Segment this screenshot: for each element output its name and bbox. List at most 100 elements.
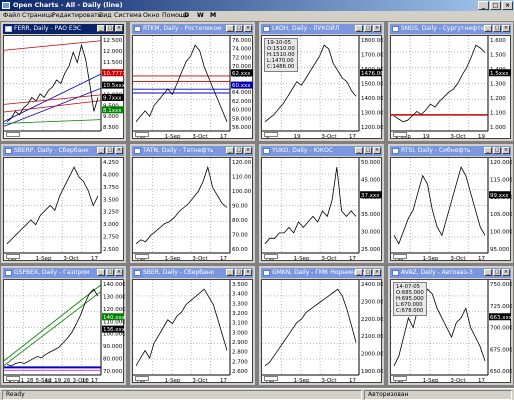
chart-window-rtsi[interactable]: RTSI, Daily - Сибнефть _ □ × 120.000 115.000 1…	[387, 143, 514, 264]
chart-plot-area[interactable]: 76.00074.00072.00070.00068.00066.00064.0…	[132, 35, 253, 140]
chart-maximize-button[interactable]: □	[493, 269, 501, 276]
chart-svg: 50.00045.00040.00035.00030.00025.00037.x…	[262, 158, 382, 262]
y-tick-label: 3.100	[232, 321, 248, 327]
y-tick-label: 12.500	[103, 38, 123, 44]
chart-scroll-handle[interactable]	[264, 254, 278, 259]
chart-minimize-button[interactable]: _	[484, 269, 492, 276]
chart-window-sngs[interactable]: SNGS, Daily - Сургутнефтегаз _ □ × 1.600 1.50…	[387, 21, 514, 142]
x-tick-label: 17	[220, 256, 227, 262]
chart-minimize-button[interactable]: _	[97, 147, 105, 154]
chart-scroll-handle[interactable]	[264, 132, 278, 137]
close-button[interactable]: ×	[502, 1, 513, 10]
chart-plot-area[interactable]: 12.50012.00011.50011.00010.50010.0009.50…	[3, 35, 125, 139]
chart-close-button[interactable]: ×	[244, 147, 252, 154]
chart-plot-area[interactable]: 120.00 110.00 100.00 90.00 80.00 70.00 60.00 Ав…	[132, 157, 253, 262]
chart-window-gmkn[interactable]: GMKN, Daily - ГМК Норникель _ □ × 2400.00 230…	[258, 265, 385, 386]
chart-plot-area[interactable]: 1800.001700.001600.001500.001400.001300.…	[261, 35, 383, 140]
chart-close-button[interactable]: ×	[244, 25, 252, 32]
period-m-button[interactable]: M	[210, 11, 216, 21]
chart-window-avaz[interactable]: AVAZ, Daily - Автоваз-3 _ □ × 750.000 725.000…	[387, 265, 514, 386]
chart-maximize-button[interactable]: □	[364, 269, 372, 276]
chart-scroll-handle[interactable]	[135, 132, 149, 137]
chart-close-button[interactable]: ×	[373, 269, 381, 276]
chart-title-bar[interactable]: LKOH, Daily - ЛУКОЙЛ _ □ ×	[261, 24, 382, 34]
minimize-button[interactable]: _	[478, 1, 489, 10]
chart-plot-area[interactable]: 3.500 3.400 3.300 3.200 3.100 3.000 2.900 2.800…	[132, 279, 253, 384]
chart-title-bar[interactable]: AVAZ, Daily - Автоваз-3 _ □ ×	[390, 268, 511, 278]
chart-close-button[interactable]: ×	[373, 147, 381, 154]
menu-file[interactable]: Файл	[3, 11, 20, 21]
chart-plot-area[interactable]: 2400.00 2300.00 2200.00 2100.00 2000.00 1900.…	[261, 279, 383, 384]
chart-window-gspbex[interactable]: GSPBEX, Daily - Газпром _ □ × 140.000 130.000…	[0, 265, 127, 386]
chart-scroll-handle[interactable]	[264, 376, 278, 381]
chart-title-bar[interactable]: SNGS, Daily - Сургутнефтегаз _ □ ×	[390, 24, 511, 34]
menu-system[interactable]: Система	[114, 11, 142, 21]
chart-minimize-button[interactable]: _	[226, 147, 234, 154]
period-w-button[interactable]: W	[197, 11, 204, 21]
chart-plot-area[interactable]: 120.000115.000110.000105.000100.00095.00…	[390, 157, 512, 262]
menu-edit[interactable]: Редактировать	[52, 11, 101, 21]
chart-maximize-button[interactable]: □	[364, 25, 372, 32]
chart-close-button[interactable]: ×	[373, 25, 381, 32]
chart-maximize-button[interactable]: □	[235, 25, 243, 32]
chart-minimize-button[interactable]: _	[484, 147, 492, 154]
chart-plot-area[interactable]: 4.250 4.000 3.750 3.500 3.250 3.000 2.750 2.500…	[3, 157, 124, 262]
chart-maximize-button[interactable]: □	[364, 147, 372, 154]
chart-maximize-button[interactable]: □	[235, 269, 243, 276]
chart-title-bar[interactable]: GMKN, Daily - ГМК Норникель _ □ ×	[261, 268, 382, 278]
chart-scroll-handle[interactable]	[6, 254, 20, 259]
chart-minimize-button[interactable]: _	[355, 25, 363, 32]
chart-title-bar[interactable]: FERR, Daily - РАО ЕЭС _ □ ×	[3, 24, 124, 34]
maximize-button[interactable]: □	[490, 1, 501, 10]
chart-scroll-handle[interactable]	[6, 132, 20, 137]
chart-plot-area[interactable]: 50.00045.00040.00035.00030.00025.00037.x…	[261, 157, 382, 262]
chart-scroll-handle[interactable]	[135, 376, 149, 381]
chart-title-bar[interactable]: SBER, Daily - Сбербанк _ □ ×	[132, 268, 253, 278]
chart-close-button[interactable]: ×	[115, 269, 123, 276]
chart-window-sber[interactable]: SBER, Daily - Сбербанк _ □ × 3.500 3.400 3.300…	[129, 265, 256, 386]
chart-plot-area[interactable]: 140.000 130.000 120.000 110.000 100.000 90.00…	[3, 279, 125, 384]
chart-plot-area[interactable]: 1.6001.5001.4001.3001.2001.1001.0001.5xx…	[390, 35, 511, 140]
chart-minimize-button[interactable]: _	[355, 269, 363, 276]
menu-view[interactable]: Вид	[99, 11, 112, 21]
chart-scroll-handle[interactable]	[393, 254, 407, 259]
chart-minimize-button[interactable]: _	[97, 269, 105, 276]
chart-scroll-handle[interactable]	[135, 254, 149, 259]
chart-window-lkoh[interactable]: LKOH, Daily - ЛУКОЙЛ_□×1800.001700.00160…	[258, 21, 385, 142]
chart-title-bar[interactable]: GSPBEX, Daily - Газпром _ □ ×	[3, 268, 124, 278]
chart-close-button[interactable]: ×	[502, 269, 510, 276]
chart-window-tatn[interactable]: TATN, Daily - Татнефть _ □ × 120.00 110.00 100…	[129, 143, 256, 264]
chart-maximize-button[interactable]: □	[106, 25, 114, 32]
chart-maximize-button[interactable]: □	[493, 147, 501, 154]
chart-maximize-button[interactable]: □	[106, 147, 114, 154]
chart-maximize-button[interactable]: □	[235, 147, 243, 154]
chart-close-button[interactable]: ×	[502, 147, 510, 154]
chart-close-button[interactable]: ×	[115, 147, 123, 154]
chart-scroll-handle[interactable]	[6, 376, 20, 381]
chart-window-ferr[interactable]: FERR, Daily - РАО ЕЭС _ □ × 12.500 12.000 11.5…	[0, 21, 127, 142]
chart-maximize-button[interactable]: □	[493, 25, 501, 32]
chart-close-button[interactable]: ×	[502, 25, 510, 32]
chart-window-sberp[interactable]: SBERP, Daily - Сбербанк _ □ × 4.250 4.000 3.75…	[0, 143, 127, 264]
chart-title-bar[interactable]: RTSI, Daily - Сибнефть _ □ ×	[390, 146, 511, 156]
chart-scroll-handle[interactable]	[393, 376, 407, 381]
chart-title-bar[interactable]: TATN, Daily - Татнефть _ □ ×	[132, 146, 253, 156]
menu-page[interactable]: Страница	[22, 11, 54, 21]
chart-window-yuko[interactable]: YUKO, Daily - ЮКОС_□× 50.00045.00040.0003…	[258, 143, 385, 264]
chart-title-bar[interactable]: YUKO, Daily - ЮКОС _ □ ×	[261, 146, 382, 156]
chart-title-bar[interactable]: RTKM, Daily - Ростелеком _ □ ×	[132, 24, 253, 34]
menu-window[interactable]: Окно	[143, 11, 159, 21]
chart-minimize-button[interactable]: _	[355, 147, 363, 154]
chart-minimize-button[interactable]: _	[226, 25, 234, 32]
period-d-button[interactable]: D	[184, 11, 189, 21]
chart-minimize-button[interactable]: _	[97, 25, 105, 32]
chart-close-button[interactable]: ×	[244, 269, 252, 276]
chart-title-bar[interactable]: SBERP, Daily - Сбербанк _ □ ×	[3, 146, 124, 156]
chart-close-button[interactable]: ×	[115, 25, 123, 32]
chart-plot-area[interactable]: 750.000 725.000 700.000 675.000 650.000 663.x…	[390, 279, 512, 384]
chart-minimize-button[interactable]: _	[484, 25, 492, 32]
chart-maximize-button[interactable]: □	[106, 269, 114, 276]
chart-minimize-button[interactable]: _	[226, 269, 234, 276]
chart-scroll-handle[interactable]	[393, 132, 407, 137]
chart-window-rtkm[interactable]: RTKM, Daily - Ростелеком _ □ × 76.000 74.000 7…	[129, 21, 256, 142]
